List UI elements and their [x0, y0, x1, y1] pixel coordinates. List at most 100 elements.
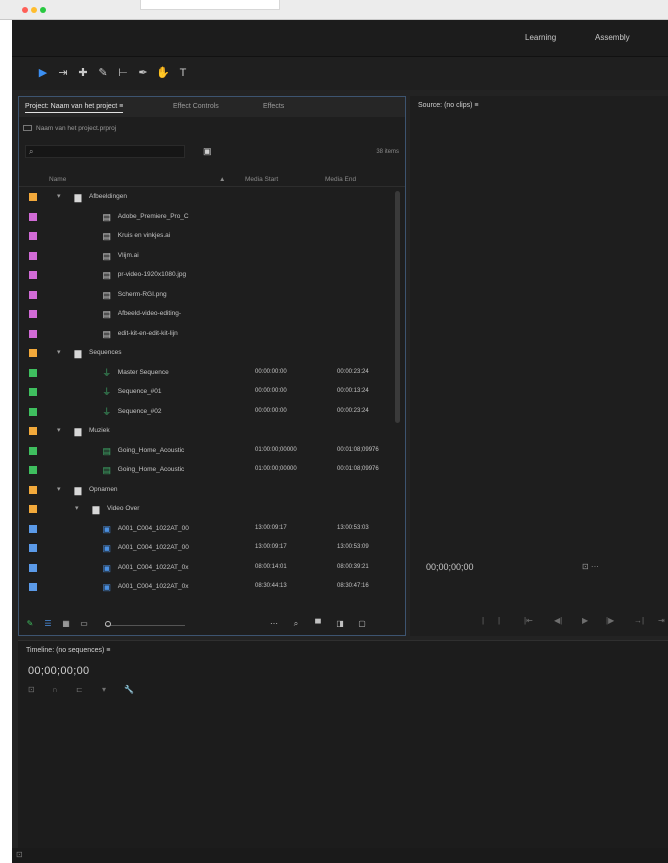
- label-color-swatch[interactable]: [29, 563, 37, 572]
- minimize-window-button[interactable]: [31, 7, 37, 13]
- project-item-row[interactable]: ▤ Vlijm.ai: [19, 247, 391, 266]
- label-color-swatch[interactable]: [29, 290, 37, 299]
- project-item-row[interactable]: ⏚ Sequence_#02 00:00:00:00 00:00:23:24: [19, 403, 391, 422]
- project-item-row[interactable]: ▣ A001_C004_1022AT_00 13:00:09:17 13:00:53:…: [19, 539, 391, 558]
- mark-out-icon[interactable]: |: [498, 616, 500, 625]
- razor-tool-icon[interactable]: ✎: [96, 66, 110, 80]
- label-color-swatch[interactable]: [29, 485, 37, 494]
- new-bin-icon[interactable]: ▀: [313, 619, 323, 629]
- disclosure-triangle-icon[interactable]: ▾: [75, 504, 79, 512]
- label-color-swatch[interactable]: [29, 212, 37, 221]
- project-item-row[interactable]: ▣ A001_C004_1022AT_0x 08:30:44:13 08:30:47:…: [19, 578, 391, 597]
- label-color-swatch[interactable]: [29, 544, 37, 552]
- folder-row[interactable]: ▾ ▆ Opnamen: [19, 481, 391, 500]
- item-name: Vlijm.ai: [117, 251, 139, 259]
- project-list-scrollbar[interactable]: [395, 191, 400, 423]
- label-color-swatch[interactable]: [29, 446, 37, 455]
- tab-effects[interactable]: Effects: [263, 103, 284, 110]
- project-item-row[interactable]: ▤ Going_Home_Acoustic 01:00:00;00000 00:01:…: [19, 461, 391, 480]
- project-item-row[interactable]: ▤ Scherm-RGI.png: [19, 286, 391, 305]
- go-to-in-icon[interactable]: |⇤: [524, 616, 533, 625]
- tab-source[interactable]: Source: (no clips) ≡: [418, 102, 479, 109]
- new-item-icon[interactable]: ◨: [335, 619, 345, 629]
- step-back-icon[interactable]: ◀|: [554, 616, 562, 625]
- disclosure-triangle-icon[interactable]: ▾: [57, 192, 61, 200]
- writable-lock-icon[interactable]: ✎: [25, 619, 35, 629]
- project-item-row[interactable]: ⏚ Master Sequence 00:00:00:00 00:00:23:24: [19, 364, 391, 383]
- column-header-name[interactable]: Name: [49, 176, 66, 183]
- label-color-swatch[interactable]: [29, 232, 37, 240]
- project-item-row[interactable]: ▤ Afbeeld-video-editing-: [19, 305, 391, 324]
- label-color-swatch[interactable]: [29, 251, 37, 260]
- automate-to-sequence-icon[interactable]: ⋯: [269, 619, 279, 629]
- step-forward-icon[interactable]: |▶: [606, 616, 614, 625]
- column-header-media-end[interactable]: Media End: [325, 176, 356, 183]
- slip-tool-icon[interactable]: ⊢: [116, 66, 130, 80]
- source-timecode[interactable]: 00;00;00;00: [426, 562, 474, 572]
- clear-icon[interactable]: ▢: [357, 619, 367, 629]
- tab-timeline[interactable]: Timeline: (no sequences) ≡: [26, 647, 110, 654]
- folder-row[interactable]: ▾ ▆ Muziek: [19, 422, 391, 441]
- project-item-row[interactable]: ▤ edit-kit-en-edit-kit-lijn: [19, 325, 391, 344]
- label-color-swatch[interactable]: [29, 349, 37, 357]
- play-icon[interactable]: ▶: [582, 616, 588, 625]
- type-tool-icon[interactable]: T: [176, 66, 190, 80]
- pen-tool-icon[interactable]: ✒: [136, 66, 150, 80]
- track-select-tool-icon[interactable]: ⇥: [56, 66, 70, 80]
- disclosure-triangle-icon[interactable]: ▾: [57, 348, 61, 356]
- list-view-icon[interactable]: ☰: [43, 619, 53, 629]
- linked-selection-icon[interactable]: ∩: [52, 685, 58, 694]
- zoom-slider-track[interactable]: [105, 625, 185, 626]
- timeline-timecode[interactable]: 00;00;00;00: [28, 665, 89, 677]
- label-color-swatch[interactable]: [29, 505, 37, 513]
- project-item-row[interactable]: ▣ A001_C004_1022AT_0x 08:00:14:01 08:00:39:…: [19, 559, 391, 578]
- zoom-slider-handle[interactable]: [105, 621, 111, 627]
- label-color-swatch[interactable]: [29, 310, 37, 318]
- project-item-row[interactable]: ▤ Going_Home_Acoustic 01:00:00;00000 00:01:…: [19, 442, 391, 461]
- label-color-swatch[interactable]: [29, 271, 37, 279]
- go-to-out-icon[interactable]: →|: [634, 616, 644, 625]
- project-item-row[interactable]: ▤ Kruis en vinkjes.ai: [19, 227, 391, 246]
- disclosure-triangle-icon[interactable]: ▾: [57, 426, 61, 434]
- label-color-swatch[interactable]: [29, 388, 37, 396]
- project-item-row[interactable]: ▤ Adobe_Premiere_Pro_C: [19, 208, 391, 227]
- zoom-window-button[interactable]: [40, 7, 46, 13]
- folder-row[interactable]: ▾ ▆ Sequences: [19, 344, 391, 363]
- workspace-tab-assembly[interactable]: Assembly: [595, 33, 630, 42]
- project-item-row[interactable]: ▤ pr-video-1920x1080.jpg: [19, 266, 391, 285]
- tab-project[interactable]: Project: Naam van het project ≡: [25, 103, 124, 113]
- label-color-swatch[interactable]: [29, 329, 37, 338]
- label-color-swatch[interactable]: [29, 524, 37, 533]
- mark-in-icon[interactable]: |: [482, 616, 484, 625]
- wrench-icon[interactable]: 🔧: [124, 685, 134, 694]
- freeform-view-icon[interactable]: ▭: [79, 619, 89, 629]
- sort-ascending-icon[interactable]: ▲: [219, 176, 225, 183]
- label-color-swatch[interactable]: [29, 466, 37, 474]
- marker-dropdown-icon[interactable]: ▾: [102, 685, 106, 694]
- insert-icon[interactable]: ⇥: [658, 616, 665, 625]
- source-settings-icon[interactable]: ⊡ ···: [582, 562, 599, 571]
- tab-effect-controls[interactable]: Effect Controls: [173, 103, 219, 110]
- hand-tool-icon[interactable]: ✋: [156, 66, 170, 80]
- add-marker-icon[interactable]: ⊏: [76, 685, 83, 694]
- folder-row[interactable]: ▾ ▆ Video Over: [19, 500, 391, 519]
- folder-row[interactable]: ▾ ▆ Afbeeldingen: [19, 188, 391, 207]
- label-color-swatch[interactable]: [29, 427, 37, 435]
- icon-view-icon[interactable]: ▦: [61, 619, 71, 629]
- label-color-swatch[interactable]: [29, 193, 37, 201]
- workspace-tab-learning[interactable]: Learning: [525, 33, 556, 42]
- label-color-swatch[interactable]: [29, 407, 37, 416]
- column-header-media-start[interactable]: Media Start: [245, 176, 278, 183]
- project-item-row[interactable]: ⏚ Sequence_#01 00:00:00:00 00:00:13:24: [19, 383, 391, 402]
- ripple-edit-tool-icon[interactable]: ✚: [76, 66, 90, 80]
- snap-icon[interactable]: ⊡: [28, 685, 35, 694]
- new-bin-from-search-icon[interactable]: ▣: [203, 147, 213, 156]
- close-window-button[interactable]: [22, 7, 28, 13]
- label-color-swatch[interactable]: [29, 583, 37, 591]
- find-icon[interactable]: ⌕: [291, 619, 301, 629]
- label-color-swatch[interactable]: [29, 368, 37, 377]
- project-search-input[interactable]: ⌕: [25, 145, 185, 158]
- selection-tool-icon[interactable]: ▶: [36, 66, 50, 80]
- disclosure-triangle-icon[interactable]: ▾: [57, 485, 61, 493]
- project-item-row[interactable]: ▣ A001_C004_1022AT_00 13:00:09:17 13:00:53:…: [19, 520, 391, 539]
